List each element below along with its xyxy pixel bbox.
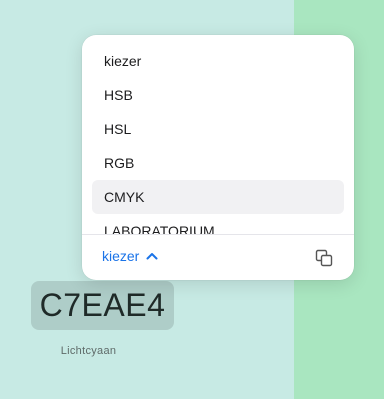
menu-item-label: kiezer <box>104 53 142 69</box>
menu-item-hsl[interactable]: HSL <box>92 112 344 146</box>
hex-code-badge[interactable]: C7EAE4 <box>31 281 174 330</box>
menu-item-kiezer[interactable]: kiezer <box>92 44 344 78</box>
chevron-up-icon <box>146 253 158 260</box>
color-name-label: Lichtcyaan <box>60 345 117 357</box>
color-model-popover: kiezer HSB HSL RGB CMYK LABORATORIUM kie… <box>82 35 354 280</box>
color-model-menu: kiezer HSB HSL RGB CMYK LABORATORIUM <box>82 44 354 234</box>
menu-item-cmyk[interactable]: CMYK <box>92 180 344 214</box>
menu-item-label: RGB <box>104 155 135 171</box>
picker-toggle-label: kiezer <box>102 248 140 264</box>
copy-icon[interactable] <box>315 249 333 267</box>
menu-item-label: LABORATORIUM <box>104 223 215 234</box>
menu-item-hsb[interactable]: HSB <box>92 78 344 112</box>
menu-item-label: HSL <box>104 121 132 137</box>
menu-item-rgb[interactable]: RGB <box>92 146 344 180</box>
picker-toggle-button[interactable]: kiezer <box>102 248 159 264</box>
menu-item-label: CMYK <box>104 189 145 205</box>
hex-code-text: C7EAE4 <box>39 287 166 323</box>
menu-divider <box>82 234 354 235</box>
menu-item-label: HSB <box>104 87 133 103</box>
menu-item-laboratorium[interactable]: LABORATORIUM <box>92 214 344 234</box>
color-preview: C7EAE4 Lichtcyaan kiezer HSB HSL RGB CMY… <box>0 0 384 399</box>
